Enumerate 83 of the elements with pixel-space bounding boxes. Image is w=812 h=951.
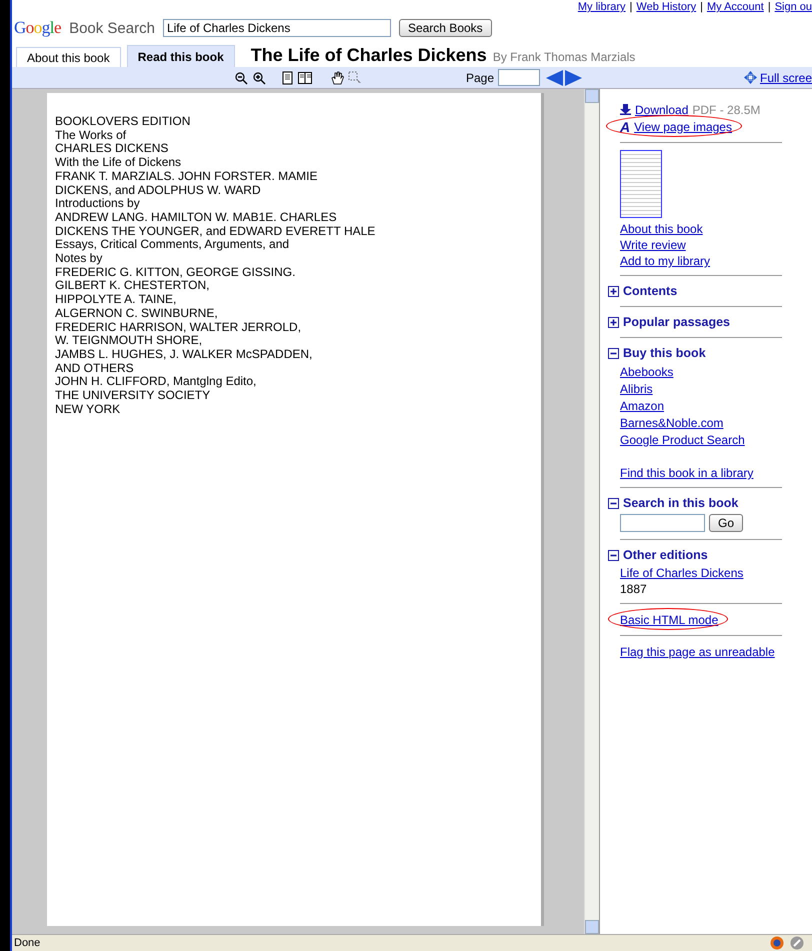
- edition-year: 1887: [620, 582, 648, 596]
- book-title: The Life of Charles Dickens: [250, 44, 487, 66]
- hand-icon[interactable]: [330, 70, 344, 84]
- single-page-icon[interactable]: [280, 70, 294, 84]
- page-text-line: DICKENS THE YOUNGER, and EDWARD EVERETT HALE: [55, 224, 376, 238]
- collapse-icon[interactable]: [608, 550, 619, 560]
- store-link[interactable]: Barnes&Noble.com: [620, 416, 812, 430]
- page-text-line: Notes by: [55, 252, 104, 266]
- page-text-line: ALGERNON C. SWINBURNE,: [55, 306, 219, 321]
- book-link[interactable]: Add to my library: [620, 254, 812, 268]
- google-logo: Google: [14, 18, 62, 38]
- collapse-icon[interactable]: [608, 498, 619, 508]
- file-info: PDF - 28.5M: [692, 102, 760, 116]
- view-images-link[interactable]: View page images: [634, 120, 732, 134]
- book-thumbnail[interactable]: [620, 150, 662, 218]
- search-field[interactable]: Life of Charles Dickens: [162, 19, 391, 37]
- page-text-line: ANDREW LANG. HAMILTON W. MAB1E. CHARLES: [55, 210, 338, 225]
- full-screen-link[interactable]: Full scree: [760, 70, 812, 84]
- page-text-line: FRANK T. MARZIALS. JOHN FORSTER. MAMIE: [55, 170, 318, 184]
- go-button[interactable]: Go: [709, 514, 744, 532]
- section-title[interactable]: Buy this book: [623, 346, 706, 360]
- account-link[interactable]: My Account: [706, 1, 764, 13]
- page-text-line: DICKENS, and ADOLPHUS W. WARD: [55, 184, 262, 198]
- page-text-line: The Works of: [55, 128, 128, 142]
- tab[interactable]: Read this book: [126, 45, 235, 67]
- store-link[interactable]: Alibris: [620, 382, 812, 396]
- search-button[interactable]: Search Books: [398, 19, 492, 37]
- search-in-book-field[interactable]: [620, 514, 705, 532]
- edition-link[interactable]: Life of Charles Dickens: [620, 566, 812, 580]
- store-link[interactable]: Google Product Search: [620, 433, 812, 447]
- expand-icon[interactable]: [608, 316, 619, 328]
- product-name: Book Search: [69, 20, 155, 36]
- previous-page-icon[interactable]: [546, 70, 564, 86]
- book-link[interactable]: Write review: [620, 238, 812, 252]
- next-page-icon[interactable]: [565, 70, 582, 86]
- download-link[interactable]: Download: [635, 102, 688, 116]
- section-title[interactable]: Other editions: [623, 548, 708, 562]
- tab[interactable]: About this book: [16, 47, 121, 67]
- page-text-line: With the Life of Dickens: [55, 156, 182, 170]
- disabled-icon: [790, 936, 804, 950]
- footer-link[interactable]: Basic HTML mode: [620, 612, 718, 626]
- library-link[interactable]: Find this book in a library: [620, 466, 812, 480]
- page-text-line: CHARLES DICKENS: [55, 142, 170, 156]
- page-text-line: AND OTHERS: [55, 362, 135, 376]
- store-link[interactable]: Amazon: [620, 399, 812, 413]
- globe-icon: [770, 936, 784, 950]
- link-separator: |: [630, 1, 632, 13]
- selection-icon[interactable]: [348, 70, 362, 84]
- letter-a-icon: A: [620, 118, 630, 134]
- page-text-line: FREDERIC G. KITTON, GEORGE GISSING.: [55, 266, 296, 280]
- page-text-line: JAMBS L. HUGHES, J. WALKER McSPADDEN,: [55, 348, 314, 362]
- zoom-out-icon[interactable]: [234, 70, 248, 84]
- book-link[interactable]: About this book: [620, 222, 812, 236]
- section-title[interactable]: Search in this book: [623, 496, 738, 510]
- collapse-icon[interactable]: [608, 348, 619, 358]
- footer-link[interactable]: Flag this page as unreadable: [620, 644, 775, 658]
- page-text-line: BOOKLOVERS EDITION: [55, 115, 192, 129]
- page-number-field[interactable]: [498, 69, 540, 86]
- page-text-line: Introductions by: [55, 197, 141, 211]
- page-text-line: GILBERT K. CHESTERTON,: [55, 279, 210, 294]
- page-text-line: HIPPOLYTE A. TAINE,: [55, 293, 178, 307]
- status-text: Done: [14, 937, 42, 949]
- page-text-line: Essays, Critical Comments, Arguments, and: [55, 238, 290, 252]
- store-link[interactable]: Abebooks: [620, 365, 812, 379]
- section-title[interactable]: Contents: [623, 284, 678, 298]
- account-link[interactable]: My library: [578, 1, 626, 13]
- page-text-line: FREDERIC HARRISON, WALTER JERROLD,: [55, 320, 302, 334]
- download-icon: [620, 104, 631, 115]
- page-text-line: THE UNIVERSITY SOCIETY: [55, 389, 212, 403]
- expand-icon[interactable]: [608, 286, 619, 296]
- link-separator: |: [700, 1, 703, 13]
- two-page-icon[interactable]: [298, 70, 312, 84]
- page-text-line: W. TEIGNMOUTH SHORE,: [55, 334, 204, 348]
- full-screen-icon[interactable]: [744, 71, 757, 84]
- page-label: Page: [466, 70, 494, 84]
- link-separator: |: [768, 1, 771, 13]
- account-link[interactable]: Sign ou: [774, 1, 812, 13]
- page-text-line: JOHN H. CLIFFORD, Mantglng Edito,: [55, 375, 258, 390]
- zoom-in-icon[interactable]: [252, 70, 266, 84]
- section-title[interactable]: Popular passages: [623, 315, 730, 329]
- book-author: By Frank Thomas Marzials: [492, 50, 636, 64]
- account-link[interactable]: Web History: [636, 1, 696, 13]
- page-text-line: NEW YORK: [55, 402, 122, 416]
